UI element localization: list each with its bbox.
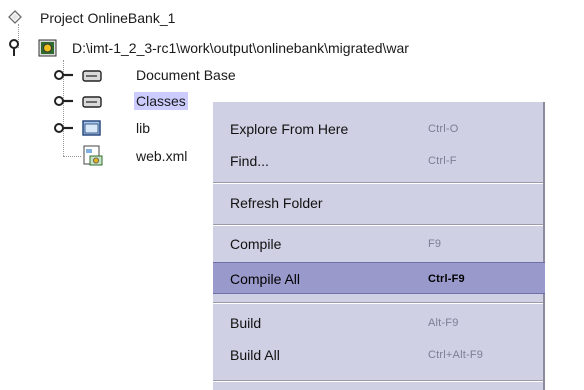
tree-item-label: lib [136,120,151,136]
project-diamond-icon [8,10,22,27]
key-expander-icon[interactable] [53,121,75,138]
key-expander-icon[interactable] [8,39,20,60]
menu-item-label: Compile All [230,271,301,287]
filesystem-icon [82,95,102,111]
tree-item-label-selected: Classes [134,92,188,110]
tree-item-lib[interactable]: lib [0,116,212,140]
tree-item-classes[interactable]: Classes [0,89,212,113]
menu-item-shortcut: Ctrl-F [428,155,457,167]
menu-item-compile-all[interactable]: Compile All Ctrl-F9 [213,262,545,294]
filesystem-icon [82,69,102,85]
menu-separator [213,380,543,382]
menu-item-shortcut: Ctrl-F9 [428,273,465,285]
tree-row-root-path[interactable]: D:\imt-1_2_3-rc1\work\output\onlinebank\… [0,36,584,60]
menu-item-label: Compile [230,236,282,252]
menu-item-compile[interactable]: Compile F9 [213,228,545,260]
menu-separator [213,302,543,304]
key-expander-icon[interactable] [53,68,75,85]
menu-item-refresh-folder[interactable]: Refresh Folder [213,187,545,219]
xml-file-icon [82,145,104,170]
filesystem-root-icon [38,38,58,61]
menu-item-shortcut: Ctrl+Alt-F9 [428,349,484,361]
menu-item-label: Find... [230,153,269,169]
ide-explorer-window: Project OnlineBank_1 D:\imt-1_2_3-rc1\wo… [0,0,584,390]
menu-item-shortcut: Alt-F9 [428,317,459,329]
menu-item-build-all[interactable]: Build All Ctrl+Alt-F9 [213,339,545,371]
folder-icon [82,120,102,139]
project-label: Project OnlineBank_1 [40,10,176,26]
root-path-label: D:\imt-1_2_3-rc1\work\output\onlinebank\… [72,40,409,56]
tree-item-label: Document Base [136,67,236,83]
menu-item-label: Refresh Folder [230,195,323,211]
tree-item-web-xml[interactable]: web.xml [0,144,212,168]
menu-item-explore-from-here[interactable]: Explore From Here Ctrl-O [213,113,545,145]
menu-separator [213,224,543,226]
menu-item-shortcut: F9 [428,238,442,250]
menu-item-build[interactable]: Build Alt-F9 [213,307,545,339]
menu-item-label: Build All [230,347,280,363]
key-expander-icon[interactable] [53,94,75,111]
menu-item-find[interactable]: Find... Ctrl-F [213,145,545,177]
menu-item-shortcut: Ctrl-O [428,123,459,135]
tree-item-label: web.xml [136,148,188,164]
menu-separator [213,182,543,184]
tree-row-project[interactable]: Project OnlineBank_1 [0,6,584,30]
context-menu: Explore From Here Ctrl-O Find... Ctrl-F … [212,101,545,390]
menu-item-label: Build [230,315,262,331]
menu-item-label: Explore From Here [230,121,349,137]
tree-item-document-base[interactable]: Document Base [0,63,584,87]
